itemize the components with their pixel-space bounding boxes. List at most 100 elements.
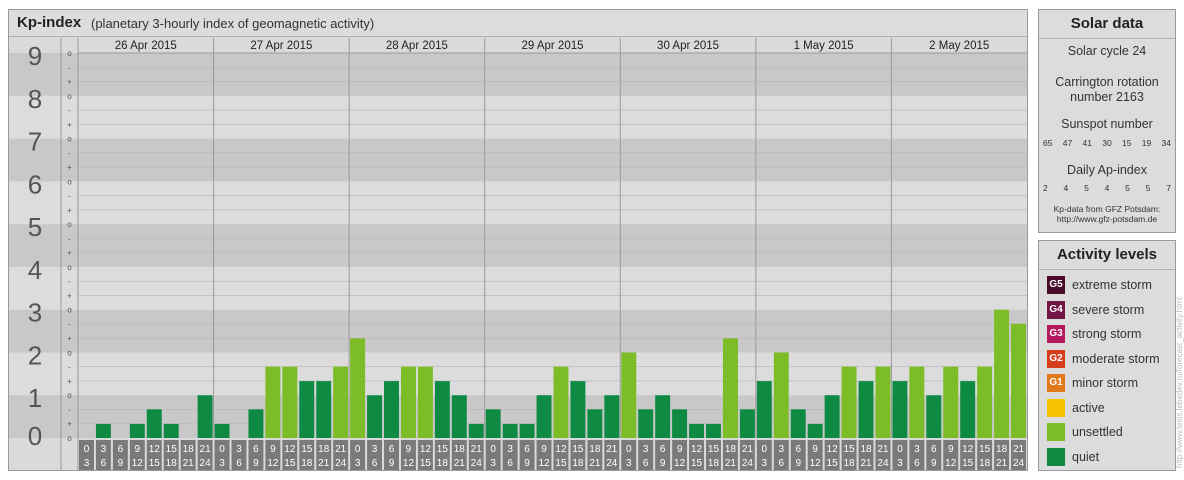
kp-bar bbox=[502, 423, 518, 438]
sunspot-value: 47 bbox=[1062, 138, 1073, 148]
activity-level-label: moderate storm bbox=[1072, 351, 1160, 366]
hour-start-label: 3 bbox=[914, 444, 920, 455]
kp-bar bbox=[587, 409, 603, 438]
hour-start-label: 15 bbox=[437, 444, 449, 455]
kp-bar bbox=[570, 381, 586, 438]
activity-level-item: unsettled bbox=[1047, 422, 1123, 442]
hour-end-label: 6 bbox=[778, 458, 784, 469]
hour-end-label: 6 bbox=[914, 458, 920, 469]
activity-level-item: quiet bbox=[1047, 447, 1099, 467]
activity-level-swatch bbox=[1047, 423, 1065, 441]
sunspot-value: 19 bbox=[1141, 138, 1152, 148]
kp-minor-label: o bbox=[67, 434, 72, 443]
hour-start-label: 9 bbox=[135, 444, 141, 455]
level-band-4 bbox=[9, 224, 1027, 267]
day-label: 30 Apr 2015 bbox=[657, 40, 719, 52]
level-band-3 bbox=[9, 266, 1027, 310]
activity-level-label: extreme storm bbox=[1072, 278, 1152, 292]
kp-bar bbox=[655, 395, 671, 438]
source-line-1: Kp-data from GFZ Potsdam: bbox=[1053, 204, 1161, 214]
kp-bar bbox=[536, 395, 552, 438]
kp-minor-label: - bbox=[68, 63, 71, 72]
hour-start-label: 18 bbox=[318, 444, 330, 455]
hour-start-label: 9 bbox=[541, 444, 547, 455]
hour-start-label: 6 bbox=[795, 444, 801, 455]
kp-bar bbox=[129, 423, 145, 438]
hour-start-label: 6 bbox=[931, 444, 937, 455]
hour-start-label: 3 bbox=[643, 444, 649, 455]
kp-minor-label: o bbox=[67, 92, 72, 101]
kp-minor-label: + bbox=[67, 120, 72, 129]
kp-level-label-6: 6 bbox=[28, 169, 42, 199]
kp-bar bbox=[400, 366, 416, 438]
hour-start-label: 21 bbox=[471, 444, 483, 455]
activity-level-item: G5 extreme storm bbox=[1047, 275, 1152, 295]
activity-level-label: active bbox=[1072, 400, 1105, 415]
hour-start-label: 15 bbox=[708, 444, 720, 455]
level-band-8 bbox=[9, 53, 1027, 96]
kp-bar bbox=[299, 381, 315, 438]
kp-bar bbox=[722, 338, 738, 438]
hour-start-label: 3 bbox=[372, 444, 378, 455]
ap-index-value: 2 bbox=[1043, 183, 1048, 193]
hour-end-label: 15 bbox=[284, 458, 296, 469]
kp-bar bbox=[739, 409, 755, 438]
hour-end-label: 3 bbox=[490, 458, 496, 469]
activity-level-swatch: G5 bbox=[1047, 276, 1065, 294]
hour-end-label: 21 bbox=[454, 458, 466, 469]
kp-minor-label: - bbox=[68, 363, 71, 372]
hour-start-label: 15 bbox=[166, 444, 178, 455]
kp-minor-label: + bbox=[67, 78, 72, 87]
kp-minor-label: - bbox=[68, 149, 71, 158]
hour-end-label: 6 bbox=[372, 458, 378, 469]
hour-start-label: 18 bbox=[454, 444, 466, 455]
kp-minor-label: + bbox=[67, 377, 72, 386]
hour-end-label: 21 bbox=[860, 458, 872, 469]
kp-bar bbox=[858, 381, 874, 438]
hour-start-label: 9 bbox=[677, 444, 683, 455]
kp-bar bbox=[977, 366, 993, 438]
hour-end-label: 18 bbox=[844, 458, 856, 469]
day-label: 2 May 2015 bbox=[929, 40, 989, 52]
day-label: 26 Apr 2015 bbox=[115, 40, 177, 52]
hour-end-label: 6 bbox=[643, 458, 649, 469]
kp-bar bbox=[841, 366, 857, 438]
hour-start-label: 9 bbox=[812, 444, 818, 455]
level-band-7 bbox=[9, 95, 1027, 139]
hour-end-label: 18 bbox=[572, 458, 584, 469]
kp-level-label-3: 3 bbox=[28, 298, 42, 328]
hour-start-label: 21 bbox=[606, 444, 618, 455]
sunspot-value: 30 bbox=[1102, 138, 1112, 148]
hour-start-label: 9 bbox=[270, 444, 276, 455]
hour-start-label: 6 bbox=[118, 444, 124, 455]
kp-bar bbox=[214, 423, 230, 438]
kp-minor-label: o bbox=[67, 391, 72, 400]
activity-level-item: G1 minor storm bbox=[1047, 373, 1138, 393]
hour-end-label: 6 bbox=[101, 458, 107, 469]
kp-bar bbox=[434, 381, 450, 438]
kp-bar bbox=[994, 309, 1010, 438]
hour-end-label: 21 bbox=[725, 458, 737, 469]
hour-end-label: 24 bbox=[742, 458, 754, 469]
ap-index-value: 5 bbox=[1125, 183, 1130, 193]
kp-bar bbox=[689, 423, 705, 438]
activity-level-label: strong storm bbox=[1072, 327, 1142, 341]
kp-level-label-2: 2 bbox=[28, 340, 42, 370]
hour-start-label: 18 bbox=[589, 444, 601, 455]
kp-bar bbox=[282, 366, 298, 438]
hour-end-label: 12 bbox=[132, 458, 144, 469]
activity-level-item: G3 strong storm bbox=[1047, 324, 1141, 344]
ap-index-values: 2 4 5 4 5 5 7 bbox=[1043, 183, 1171, 193]
hour-end-label: 18 bbox=[166, 458, 178, 469]
hour-start-label: 12 bbox=[149, 444, 161, 455]
kp-minor-label: - bbox=[68, 320, 71, 329]
kp-minor-label: - bbox=[68, 234, 71, 243]
hour-start-label: 0 bbox=[626, 444, 632, 455]
kp-bar bbox=[333, 366, 349, 438]
activity-level-swatch bbox=[1047, 398, 1065, 417]
chart-subtitle: (planetary 3-hourly index of geomagnetic… bbox=[91, 16, 375, 31]
hour-end-label: 3 bbox=[355, 458, 361, 469]
hour-end-label: 12 bbox=[538, 458, 550, 469]
hour-end-label: 9 bbox=[118, 458, 124, 469]
kp-bar bbox=[807, 423, 823, 438]
